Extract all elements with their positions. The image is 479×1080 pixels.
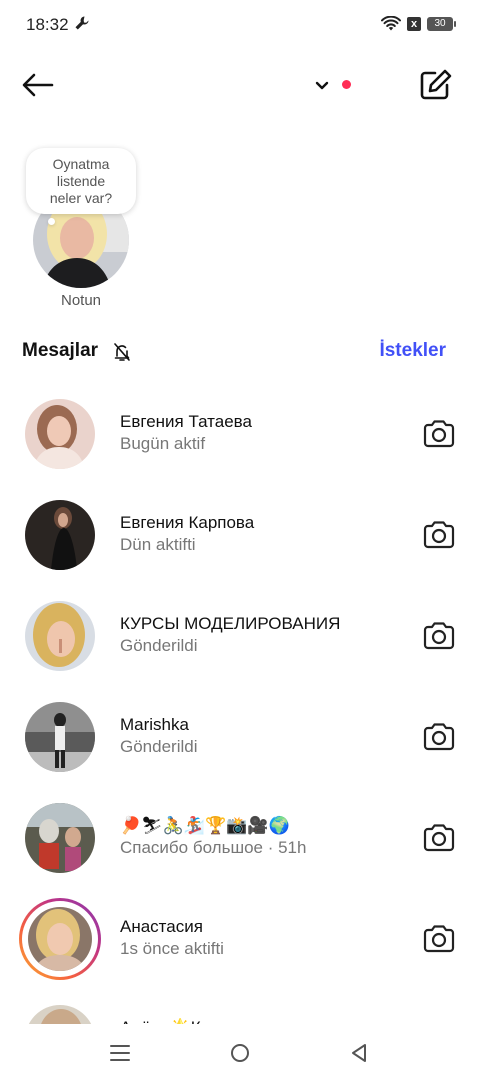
avatar-photo: [25, 399, 95, 469]
note-bubble-tail: [48, 218, 55, 225]
battery-icon: 30: [427, 17, 456, 31]
thread-item[interactable]: КУРСЫ МОДЕЛИРОВАНИЯ Gönderildi: [0, 588, 479, 684]
thread-name: 🏓⛷🚴🏂🏆📸🎥🌍: [120, 816, 290, 835]
home-circle-icon[interactable]: [225, 1038, 255, 1068]
thread-name: Анастасия: [120, 917, 203, 936]
wifi-icon: [381, 16, 401, 31]
thread-item[interactable]: Алёна🌟Квантовая ведьма: [0, 992, 479, 1026]
avatar[interactable]: [25, 500, 95, 570]
thread-status: 1s önce aktifti: [120, 939, 224, 958]
compose-button[interactable]: [418, 68, 454, 102]
camera-icon[interactable]: [421, 417, 457, 451]
system-nav-bar: [0, 1024, 479, 1080]
avatar[interactable]: [25, 1005, 95, 1026]
avatar[interactable]: [25, 399, 95, 469]
thread-status: Gönderildi: [120, 636, 198, 655]
messages-section-header: Mesajlar İstekler: [22, 338, 458, 368]
thread-status: Bugün aktif: [120, 434, 206, 453]
thread-status: Dün aktifti: [120, 535, 196, 554]
camera-icon[interactable]: [421, 922, 457, 956]
camera-icon[interactable]: [421, 720, 457, 754]
note-bubble[interactable]: Oynatma listende neler var?: [26, 148, 136, 214]
avatar[interactable]: [28, 907, 92, 971]
wrench-icon: [75, 16, 89, 30]
avatar-photo: [28, 907, 92, 971]
chevron-down-icon: [315, 81, 329, 90]
thread-name: Евгения Татаева: [120, 412, 252, 431]
back-triangle-icon[interactable]: [344, 1038, 374, 1068]
thread-item[interactable]: Евгения Карпова Dün aktifti: [0, 487, 479, 583]
camera-icon[interactable]: [421, 518, 457, 552]
thread-item[interactable]: Анастасия 1s önce aktifti: [0, 891, 479, 987]
top-bar: [0, 60, 479, 110]
note-line: Oynatma: [52, 156, 110, 172]
thread-last-message: Спасибо большое · 51h: [120, 838, 307, 857]
thread-name: КУРСЫ МОДЕЛИРОВАНИЯ: [120, 614, 341, 633]
avatar[interactable]: [25, 803, 95, 873]
status-icons: x 30: [381, 16, 456, 32]
x-box-icon: x: [407, 17, 421, 31]
avatar-photo: [25, 601, 95, 671]
back-arrow-icon: [22, 73, 54, 97]
account-switcher[interactable]: [314, 74, 358, 96]
camera-icon[interactable]: [421, 821, 457, 855]
thread-item[interactable]: Marishka Gönderildi: [0, 689, 479, 785]
avatar[interactable]: [25, 601, 95, 671]
avatar-photo: [25, 803, 95, 873]
note-area[interactable]: Oynatma listende neler var? Notun: [24, 148, 144, 318]
thread-item[interactable]: Евгения Татаева Bugün aktif: [0, 386, 479, 482]
avatar-photo: [25, 1005, 95, 1026]
messages-title: Mesajlar: [22, 340, 99, 361]
requests-link[interactable]: İstekler: [379, 340, 446, 362]
avatar-photo: [25, 702, 95, 772]
status-bar: 18:32 x 30: [0, 0, 479, 52]
avatar[interactable]: [25, 702, 95, 772]
thread-name: Евгения Карпова: [120, 513, 255, 532]
thread-item[interactable]: 🏓⛷🚴🏂🏆📸🎥🌍 Спасибо большое · 51h: [0, 790, 479, 886]
note-line: neler var?: [49, 190, 113, 206]
status-time: 18:32: [26, 15, 69, 34]
back-button[interactable]: [20, 70, 56, 100]
muted-bell-icon[interactable]: [113, 342, 131, 362]
note-label: Notun: [60, 292, 102, 309]
notification-dot: [342, 80, 351, 89]
avatar-photo: [25, 500, 95, 570]
menu-icon[interactable]: [105, 1038, 135, 1068]
thread-status: Gönderildi: [120, 737, 198, 756]
note-line: listende: [56, 173, 106, 189]
camera-icon[interactable]: [421, 619, 457, 653]
compose-icon: [420, 69, 452, 100]
thread-name: Marishka: [120, 715, 189, 734]
